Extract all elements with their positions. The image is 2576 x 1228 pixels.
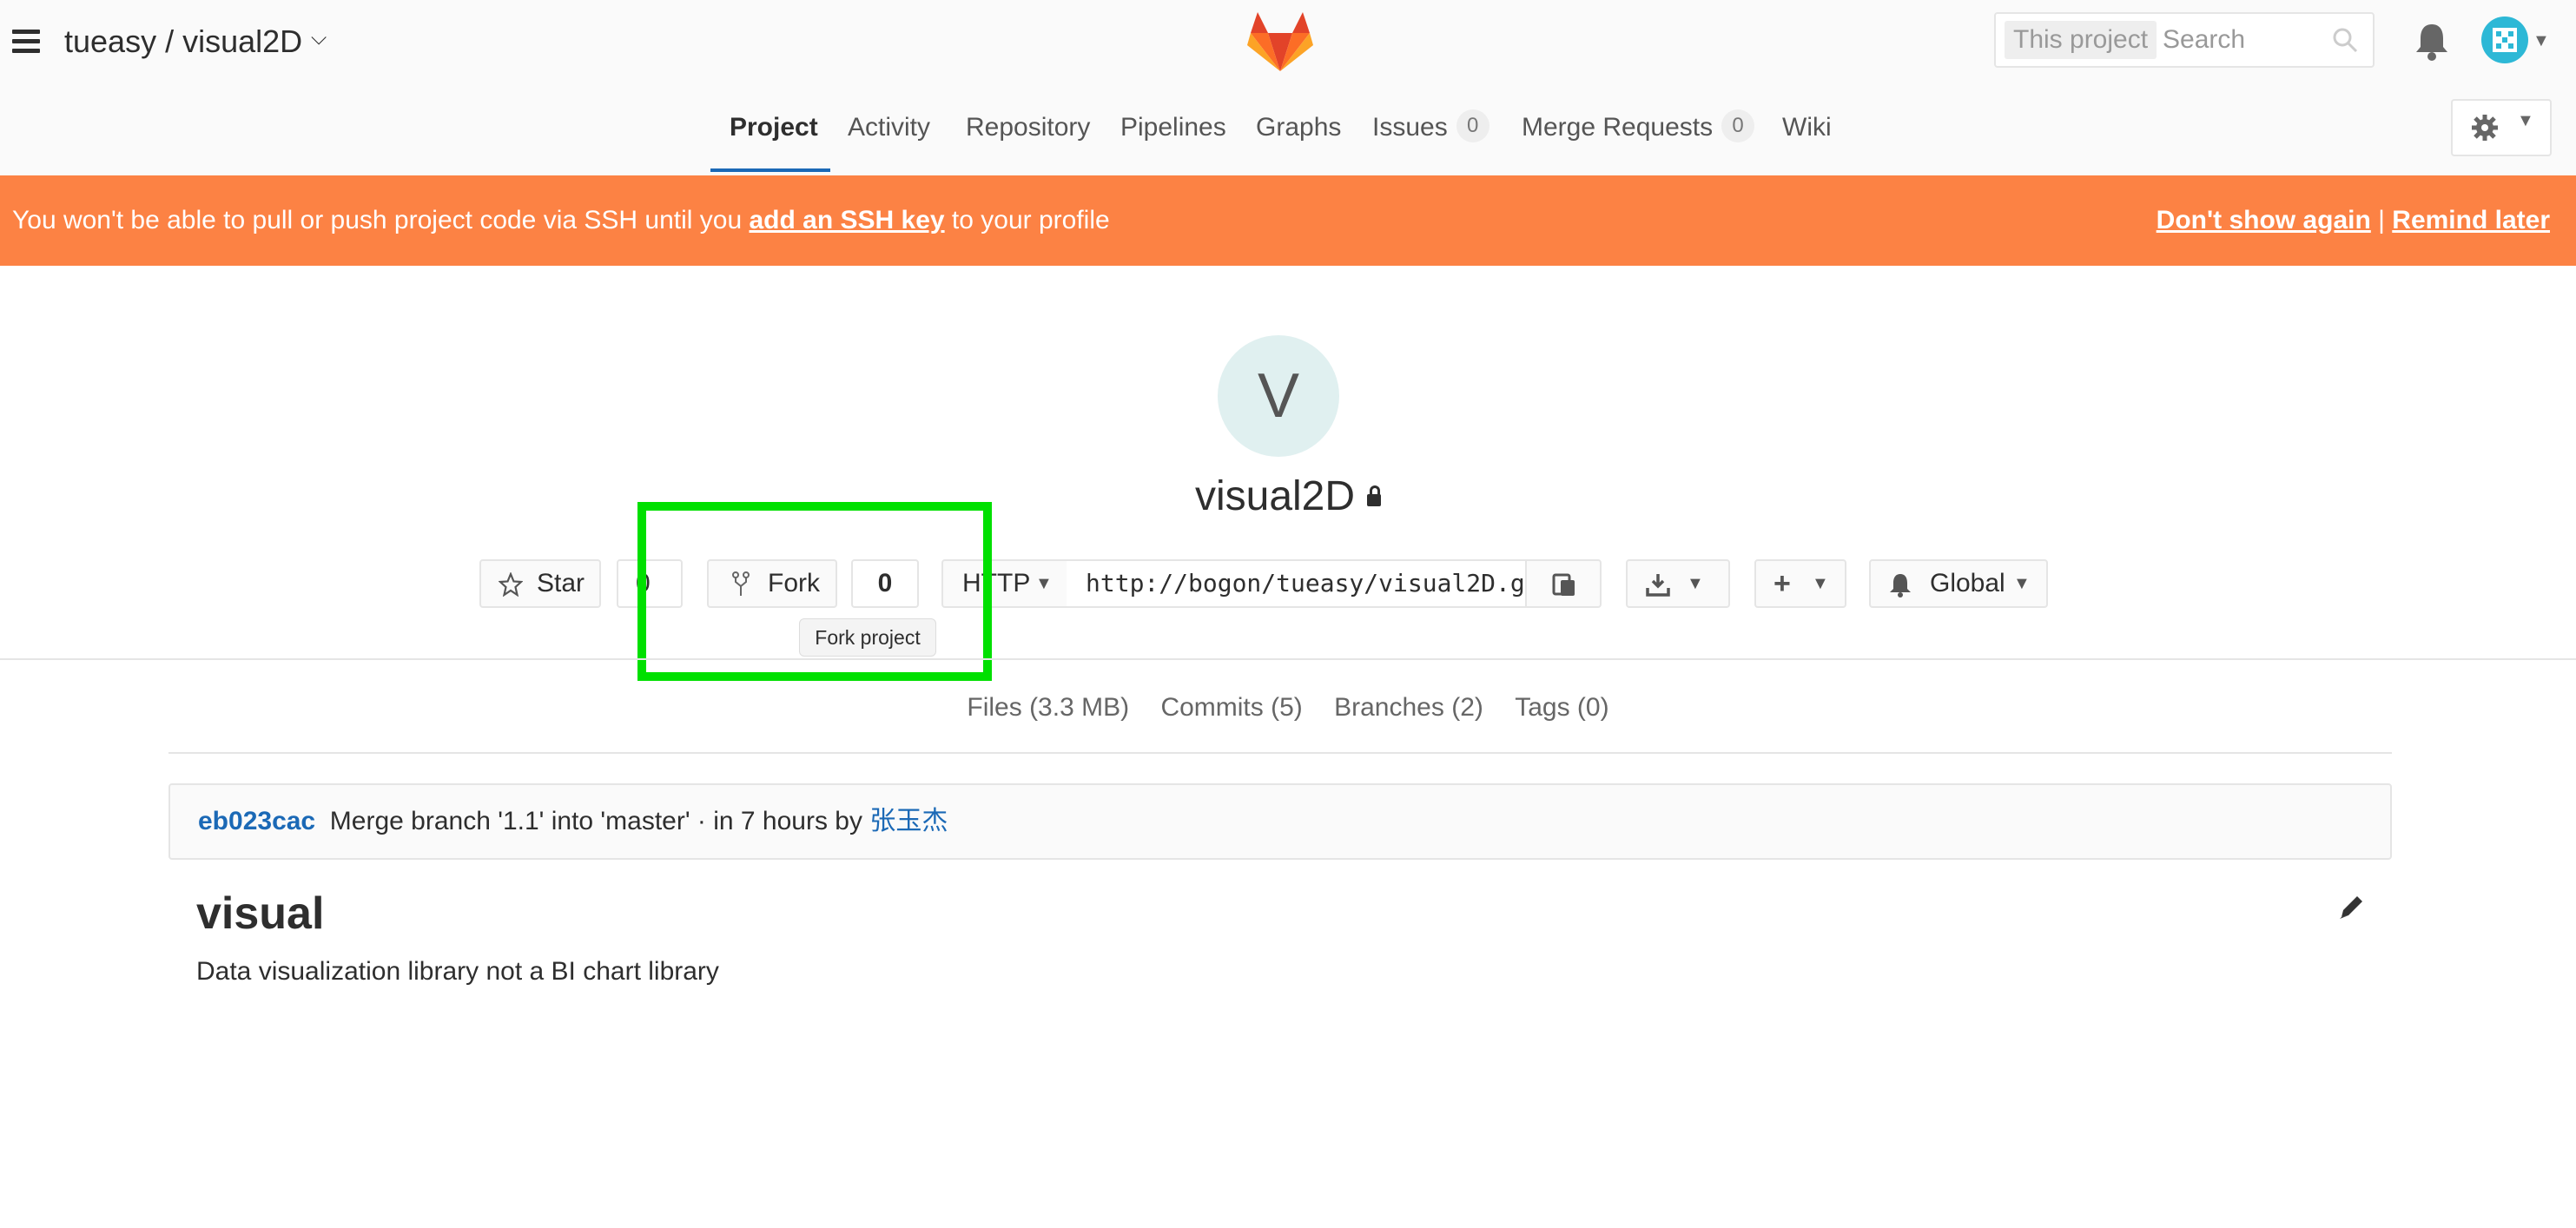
plus-icon: + (1773, 567, 1791, 600)
readme-description: Data visualization library not a BI char… (196, 957, 719, 986)
ssh-warning-text-end: to your profile (944, 206, 1110, 234)
tab-project[interactable]: Project (730, 109, 818, 146)
edit-pencil-icon[interactable] (2336, 893, 2366, 922)
chevron-down-icon[interactable]: ⌵ (311, 26, 327, 50)
branches-link[interactable]: Branches (2) (1334, 693, 1483, 722)
tab-merge-requests[interactable]: Merge Requests 0 (1522, 109, 1755, 146)
project-settings-button[interactable]: ▼ (2451, 99, 2552, 156)
chevron-down-icon: ▼ (1687, 574, 1704, 593)
banner-actions: Don't show again | Remind later (2157, 203, 2550, 238)
commit-message: Merge branch '1.1' into 'master' · in 7 … (329, 807, 870, 835)
project-title: visual2D (0, 467, 2576, 526)
notification-level-dropdown[interactable]: Global ▼ (1869, 559, 2048, 608)
notifications-bell-icon[interactable] (2413, 21, 2451, 63)
clone-url-input[interactable]: http://bogon/tueasy/visual2D.git (1067, 559, 1527, 608)
tab-pipelines[interactable]: Pipelines (1120, 109, 1226, 146)
project-path[interactable]: tueasy / visual2D (64, 19, 302, 64)
merge-requests-count-badge: 0 (1721, 109, 1755, 143)
project-avatar: V (1218, 335, 1339, 457)
notification-level-label: Global (1930, 569, 2005, 597)
search-icon (2333, 28, 2358, 53)
clipboard-icon (1552, 573, 1575, 596)
ssh-warning-text-start: You won't be able to pull or push projec… (12, 206, 750, 234)
download-dropdown[interactable]: ▼ (1626, 559, 1730, 608)
active-tab-indicator (710, 168, 830, 172)
chevron-down-icon: ▼ (2517, 111, 2534, 130)
download-icon (1646, 574, 1670, 597)
files-link[interactable]: Files (3.3 MB) (967, 693, 1129, 722)
chevron-down-icon: ▼ (1035, 574, 1053, 593)
tags-link[interactable]: Tags (0) (1515, 693, 1608, 722)
tab-activity[interactable]: Activity (848, 109, 930, 146)
commit-sha-link[interactable]: eb023cac (198, 807, 315, 835)
remind-later-link[interactable]: Remind later (2392, 206, 2550, 234)
project-stats: Files (3.3 MB) Commits (5) Branches (2) … (0, 690, 2576, 726)
star-label: Star (537, 569, 585, 597)
tab-repository[interactable]: Repository (966, 109, 1090, 146)
ssh-warning-text: You won't be able to pull or push projec… (12, 203, 1110, 238)
gear-icon (2472, 115, 2498, 141)
tab-wiki[interactable]: Wiki (1782, 109, 1832, 146)
add-ssh-key-link[interactable]: add an SSH key (749, 206, 944, 234)
search-input[interactable]: Search (2163, 21, 2245, 59)
bell-icon (1890, 574, 1911, 597)
user-avatar[interactable] (2480, 16, 2529, 64)
chevron-down-icon: ▼ (2013, 574, 2031, 593)
commit-author-link[interactable]: 张玉杰 (869, 807, 948, 835)
highlight-box (637, 502, 992, 681)
tab-graphs[interactable]: Graphs (1256, 109, 1341, 146)
menu-icon[interactable] (12, 30, 40, 54)
last-commit-bar: eb023cac Merge branch '1.1' into 'master… (168, 783, 2392, 860)
ssh-key-warning-banner: You won't be able to pull or push projec… (0, 175, 2576, 266)
star-icon (499, 572, 523, 597)
dont-show-again-link[interactable]: Don't show again (2157, 206, 2371, 234)
commits-link[interactable]: Commits (5) (1160, 693, 1302, 722)
tab-merge-requests-label: Merge Requests (1522, 113, 1714, 142)
search-scope-badge[interactable]: This project (2005, 21, 2157, 59)
project-name: visual2D (1194, 473, 1356, 519)
lock-icon (1367, 485, 1382, 506)
banner-separator: | (2370, 206, 2393, 234)
chevron-down-icon[interactable]: ▼ (2533, 31, 2550, 51)
tab-issues[interactable]: Issues 0 (1372, 109, 1489, 146)
divider (0, 658, 2576, 660)
new-item-dropdown[interactable]: + ▼ (1754, 559, 1846, 608)
tab-issues-label: Issues (1372, 113, 1448, 142)
divider (168, 752, 2392, 754)
readme-title: visual (196, 888, 325, 939)
chevron-down-icon: ▼ (1812, 574, 1829, 593)
copy-url-button[interactable] (1525, 559, 1602, 608)
search-box[interactable]: This project Search (1994, 12, 2375, 68)
issues-count-badge: 0 (1456, 109, 1489, 143)
star-button[interactable]: Star (479, 559, 601, 608)
gitlab-logo[interactable] (1245, 9, 1315, 73)
